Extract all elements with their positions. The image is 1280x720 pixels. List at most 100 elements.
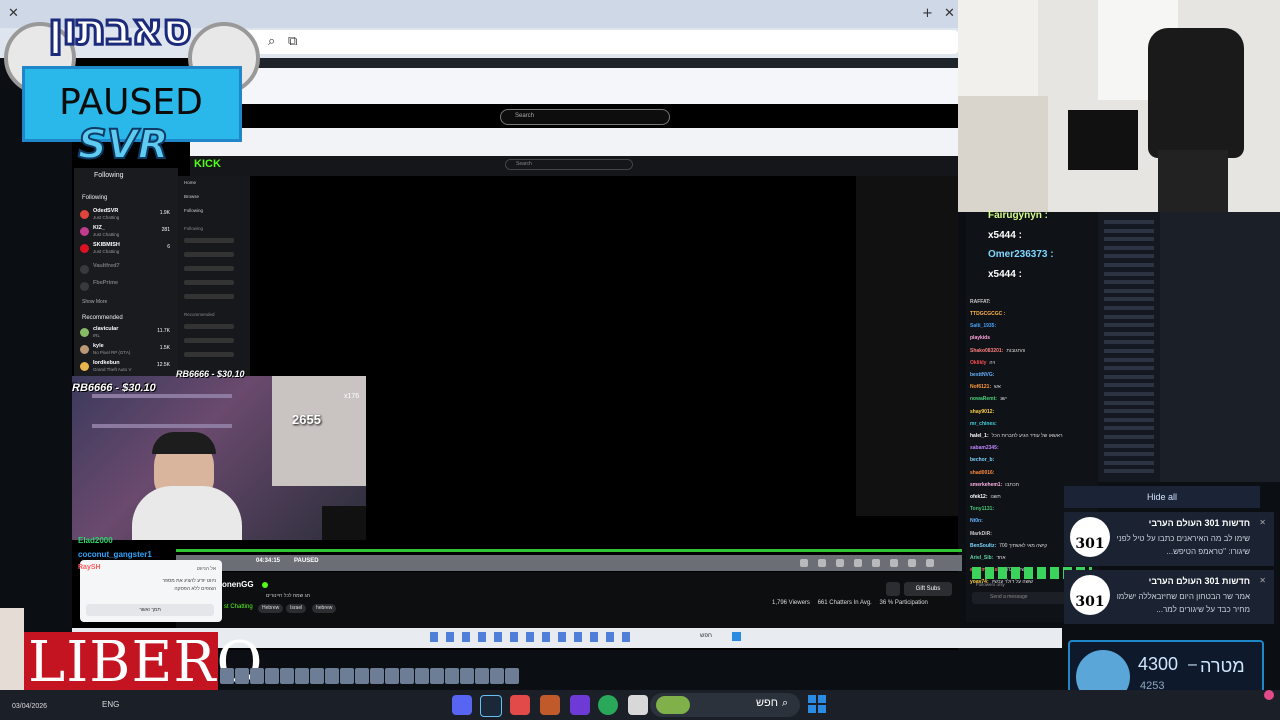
progress-bar[interactable] — [176, 549, 962, 552]
chat-username[interactable]: Omer236373 : — [988, 249, 1054, 260]
close-icon[interactable]: ✕ — [1259, 518, 1266, 527]
chat-toggle-icon[interactable] — [908, 559, 916, 567]
channel-name[interactable]: onenGG — [222, 580, 254, 589]
chat-username[interactable]: smerkehem1: — [970, 482, 1002, 488]
hide-all-button[interactable]: Hide all — [1064, 486, 1260, 508]
chat-username[interactable]: BenSoultz: — [970, 543, 996, 549]
notification-card[interactable]: 301 חדשות 301 העולם הערבי שימו לב מה האי… — [1064, 512, 1274, 566]
chat-username[interactable]: ofek12: — [970, 494, 988, 500]
steam-icon[interactable] — [480, 695, 502, 717]
notification-badge-icon[interactable] — [1264, 690, 1274, 700]
discord-icon[interactable] — [452, 695, 472, 715]
window-thumbnail[interactable] — [400, 668, 414, 684]
window-thumbnail[interactable] — [505, 668, 519, 684]
window-thumbnail[interactable] — [445, 668, 459, 684]
chat-username[interactable]: shay9012: — [970, 409, 994, 415]
notification-card[interactable]: 301 חדשות 301 העולם הערבי אמר שר הבטחון … — [1064, 570, 1274, 624]
chat-username[interactable]: nowaRemt: — [970, 396, 997, 402]
window-thumbnail[interactable] — [235, 668, 249, 684]
chat-username[interactable]: besttNVG: — [970, 372, 994, 378]
chat-username[interactable]: Fairugynyn : — [988, 210, 1048, 221]
window-thumbnail[interactable] — [265, 668, 279, 684]
chat-username[interactable]: x5444 : — [988, 230, 1022, 241]
chat-username[interactable]: shad0016: — [970, 470, 994, 476]
window-thumbnail[interactable] — [310, 668, 324, 684]
chrome-icon[interactable] — [598, 695, 618, 715]
expand-icon[interactable] — [926, 559, 934, 567]
sidebar-item-clavicular[interactable]: clavicular IRL 11.7K — [80, 326, 172, 342]
stream-category[interactable]: st Chatting — [224, 604, 253, 610]
chat-username[interactable]: Tony1131: — [970, 506, 994, 512]
close-tab-icon[interactable]: ✕ — [8, 6, 19, 21]
inner-start-icon[interactable] — [732, 632, 741, 641]
sidebar-item-odedsvr[interactable]: OdedSVR Just Chatting 1.9K — [80, 208, 172, 224]
app-icon[interactable] — [570, 695, 590, 715]
chat-username[interactable]: Nt0n: — [970, 518, 983, 524]
gift-subs-button[interactable]: Gift Subs — [904, 582, 952, 596]
chat-username[interactable]: MarkDiR: — [970, 531, 992, 537]
language-indicator[interactable]: ENG — [102, 700, 119, 709]
window-thumbnail[interactable] — [295, 668, 309, 684]
sidebar-item-offline-2[interactable]: FbePrime — [80, 280, 172, 296]
pip-icon[interactable] — [872, 559, 880, 567]
nav-following[interactable]: Following — [184, 208, 203, 213]
inner-taskbar-search[interactable]: חפש — [700, 633, 712, 639]
chat-username[interactable]: TTDGCGCGC : — [970, 311, 1005, 317]
app-icon-active[interactable] — [510, 695, 530, 715]
window-thumbnail[interactable] — [415, 668, 429, 684]
chat-username[interactable]: Shako083201: — [970, 348, 1003, 354]
chat-username[interactable]: Nof6121: — [970, 384, 991, 390]
chat-username[interactable]: Oklikly — [970, 360, 986, 366]
window-thumbnail[interactable] — [325, 668, 339, 684]
chat-username[interactable]: halel_1: — [970, 433, 989, 439]
following-header[interactable]: Following — [94, 172, 124, 179]
chat-username[interactable]: bechor_b: — [970, 457, 994, 463]
chat-username[interactable]: mr_chines: — [970, 421, 997, 427]
window-thumbnail[interactable] — [430, 668, 444, 684]
sidebar-item-lordkebun[interactable]: Iordkebun Grand Theft Auto V 12.5K — [80, 360, 172, 376]
window-thumbnail[interactable] — [220, 668, 234, 684]
window-thumbnail[interactable] — [385, 668, 399, 684]
popup-confirm-button[interactable]: תמך ואשר — [86, 604, 214, 616]
file-explorer-icon[interactable] — [628, 695, 648, 715]
search-icon[interactable]: ⌕ — [268, 34, 275, 49]
tag-hebrew-lower[interactable]: hebrew — [312, 604, 337, 613]
close-window-icon[interactable]: ✕ — [944, 6, 955, 21]
chat-username[interactable]: sabam2345: — [970, 445, 999, 451]
nav-browse[interactable]: Browse — [184, 194, 199, 199]
screenshot-icon[interactable]: ⧉ — [288, 34, 297, 49]
show-more-link[interactable]: Show More — [82, 299, 107, 305]
window-thumbnail[interactable] — [490, 668, 504, 684]
window-thumbnail[interactable] — [370, 668, 384, 684]
address-bar[interactable] — [240, 30, 958, 54]
sidebar-item-kiz[interactable]: KIZ_ Just Chatting 281 — [80, 225, 172, 241]
chat-username[interactable]: x5444 : — [988, 269, 1022, 280]
inner-search-field[interactable]: Search — [500, 109, 670, 125]
chat-username[interactable]: playkids — [970, 335, 990, 341]
kick-logo[interactable]: KICK — [194, 158, 221, 170]
window-thumbnail[interactable] — [460, 668, 474, 684]
share-icon[interactable] — [886, 582, 900, 596]
taskbar-date[interactable]: 03/04/2026 — [12, 703, 47, 710]
window-thumbnail[interactable] — [355, 668, 369, 684]
start-icon[interactable] — [808, 695, 826, 713]
close-icon[interactable]: ✕ — [1259, 576, 1266, 585]
sidebar-item-kyle[interactable]: kyle No Pixel RP (GTA) 1.5K — [80, 343, 172, 359]
window-thumbnail[interactable] — [340, 668, 354, 684]
nav-home[interactable]: Home — [184, 180, 196, 185]
chat-username[interactable]: Ariel_Sib: — [970, 555, 993, 561]
volume-icon[interactable] — [890, 559, 898, 567]
fullscreen-icon[interactable] — [800, 559, 808, 567]
chat-username[interactable]: Salti_1935: — [970, 323, 996, 329]
tag-israel[interactable]: Israel — [286, 604, 307, 613]
window-thumbnail[interactable] — [250, 668, 264, 684]
settings-icon[interactable] — [818, 559, 826, 567]
app-icon[interactable] — [540, 695, 560, 715]
window-thumbnail[interactable] — [280, 668, 294, 684]
tag-hebrew[interactable]: Hebrew — [258, 604, 284, 613]
clip-icon[interactable] — [836, 559, 844, 567]
chat-username[interactable]: RAFFAT: — [970, 299, 990, 305]
sidebar-item-skibmish[interactable]: SKIBMISH Just Chatting 6 — [80, 242, 172, 258]
sidebar-item-offline-1[interactable]: Vaultfred7 — [80, 263, 172, 279]
theater-icon[interactable] — [854, 559, 862, 567]
